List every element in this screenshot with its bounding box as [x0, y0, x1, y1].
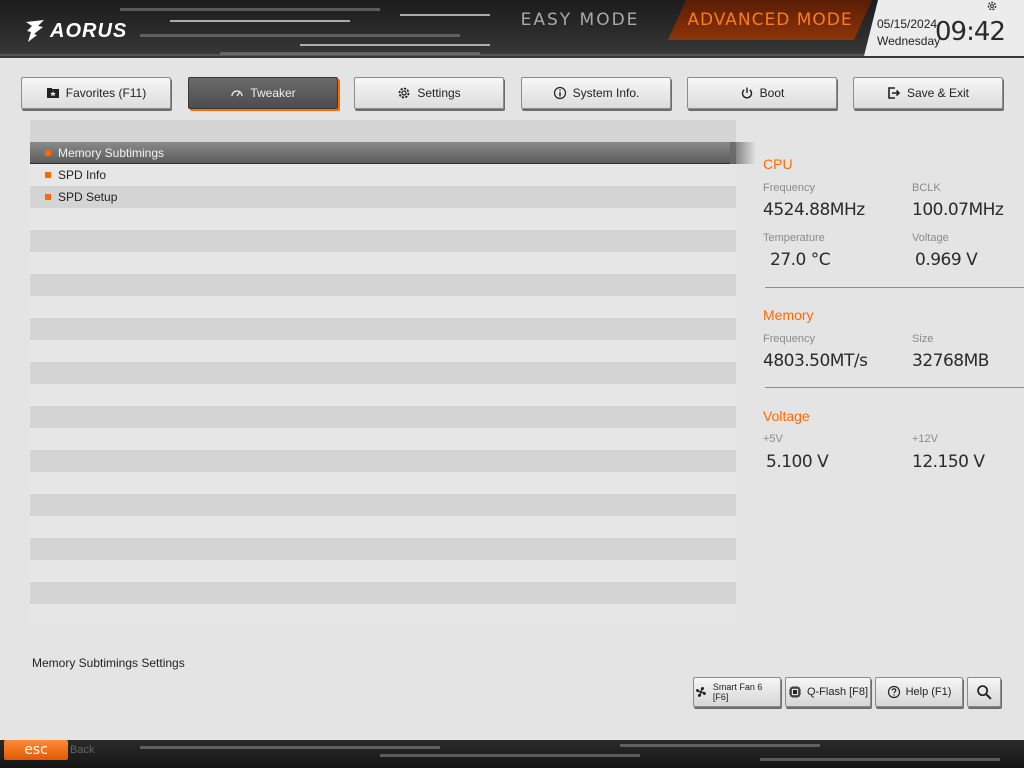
time-display: 09:42 — [935, 17, 1006, 47]
list-row-empty — [30, 120, 736, 142]
info-icon — [553, 86, 566, 100]
list-row-empty — [30, 582, 736, 604]
plus5v-value: 5.100 V — [766, 452, 829, 472]
bclk-value: 100.07MHz — [912, 200, 1004, 220]
tab-label: Favorites (F11) — [65, 86, 147, 100]
power-icon — [741, 87, 752, 99]
item-help-text: Memory Subtimings Settings — [32, 656, 185, 670]
list-row-empty — [30, 340, 736, 362]
list-row-empty — [30, 318, 736, 340]
selection-highlight — [730, 142, 756, 164]
voltage-section-title: Voltage — [763, 408, 810, 424]
qflash-button[interactable]: Q-Flash [F8] — [785, 677, 871, 707]
tab-label: Save & Exit — [906, 86, 970, 100]
plus5v-label: +5V — [763, 433, 783, 445]
list-row-empty — [30, 472, 736, 494]
search-icon — [977, 685, 992, 700]
tab-tweaker[interactable]: Tweaker — [188, 77, 338, 109]
gear-icon — [398, 87, 410, 99]
cpu-voltage-value: 0.969 V — [915, 250, 978, 270]
easy-mode-button[interactable]: EASY MODE — [500, 0, 660, 40]
help-label: Help (F1) — [905, 686, 952, 698]
advanced-mode-button[interactable]: ADVANCED MODE — [668, 0, 872, 40]
settings-list: Memory Subtimings SPD Info SPD Setup — [30, 120, 756, 628]
exit-icon — [888, 87, 901, 99]
plus12v-value: 12.150 V — [912, 452, 985, 472]
cpu-frequency-value: 4524.88MHz — [763, 200, 865, 220]
bullet-icon — [45, 172, 51, 178]
cpu-temperature-label: Temperature — [763, 232, 825, 244]
date-display: 05/15/2024 — [877, 17, 938, 31]
list-row-empty — [30, 428, 736, 450]
aorus-eagle-icon — [26, 20, 44, 42]
menu-item-label: SPD Setup — [58, 190, 118, 204]
help-button[interactable]: Help (F1) — [875, 677, 963, 707]
list-row-empty — [30, 230, 736, 252]
list-row-empty — [30, 384, 736, 406]
search-button[interactable] — [967, 677, 1001, 707]
cpu-temperature-value: 27.0 °C — [770, 250, 831, 270]
chip-icon — [788, 686, 801, 698]
plus12v-label: +12V — [912, 433, 938, 445]
aorus-logo: AORUS — [24, 16, 127, 46]
memory-size-label: Size — [912, 333, 934, 345]
memory-section-title: Memory — [763, 307, 814, 323]
menu-item-label: Memory Subtimings — [58, 146, 165, 160]
cpu-voltage-label: Voltage — [912, 232, 949, 244]
tab-label: Boot — [759, 86, 785, 100]
tab-settings[interactable]: Settings — [354, 77, 504, 109]
menu-item-memory-subtimings[interactable]: Memory Subtimings — [30, 142, 756, 164]
star-folder-icon — [46, 88, 59, 98]
list-row-empty — [30, 252, 736, 274]
smart-fan-label: Smart Fan 6 [F6] — [712, 682, 763, 702]
menu-item-label: SPD Info — [58, 168, 107, 182]
bullet-icon — [45, 194, 51, 200]
tab-boot[interactable]: Boot — [687, 77, 837, 109]
list-row-empty — [30, 538, 736, 560]
bullet-icon — [45, 150, 51, 156]
menu-item-spd-setup[interactable]: SPD Setup — [30, 186, 736, 208]
bottom-banner — [0, 740, 1024, 768]
tab-favorites[interactable]: Favorites (F11) — [21, 77, 171, 109]
list-row-empty — [30, 516, 736, 538]
gear-icon[interactable] — [986, 0, 998, 12]
fan-icon — [695, 687, 706, 697]
tab-save-exit[interactable]: Save & Exit — [853, 77, 1003, 109]
list-row-empty — [30, 494, 736, 516]
section-divider — [765, 387, 1024, 388]
smart-fan-button[interactable]: Smart Fan 6 [F6] — [693, 677, 781, 707]
tab-label: System Info. — [572, 86, 640, 100]
list-row-empty — [30, 450, 736, 472]
memory-frequency-label: Frequency — [763, 333, 815, 345]
esc-button[interactable]: esc — [4, 740, 68, 760]
list-row-empty — [30, 362, 736, 384]
tab-system-info[interactable]: System Info. — [521, 77, 671, 109]
tab-label: Settings — [417, 86, 461, 100]
brand-name: AORUS — [50, 19, 128, 42]
memory-size-value: 32768MB — [912, 351, 989, 371]
list-row-empty — [30, 296, 736, 318]
esc-back-label: Back — [70, 744, 95, 756]
cpu-frequency-label: Frequency — [763, 182, 815, 194]
memory-frequency-value: 4803.50MT/s — [763, 351, 868, 371]
list-row-empty — [30, 274, 736, 296]
list-row-empty — [30, 560, 736, 582]
weekday-display: Wednesday — [877, 34, 941, 48]
list-row-empty — [30, 406, 736, 428]
tab-label: Tweaker — [250, 86, 296, 100]
speedometer-icon — [231, 90, 243, 97]
qflash-label: Q-Flash [F8] — [806, 686, 869, 698]
help-icon — [887, 685, 900, 699]
menu-item-spd-info[interactable]: SPD Info — [30, 164, 736, 186]
cpu-section-title: CPU — [763, 156, 793, 172]
bclk-label: BCLK — [912, 182, 941, 194]
list-row-empty — [30, 604, 736, 626]
section-divider — [765, 287, 1024, 288]
list-row-empty — [30, 208, 736, 230]
